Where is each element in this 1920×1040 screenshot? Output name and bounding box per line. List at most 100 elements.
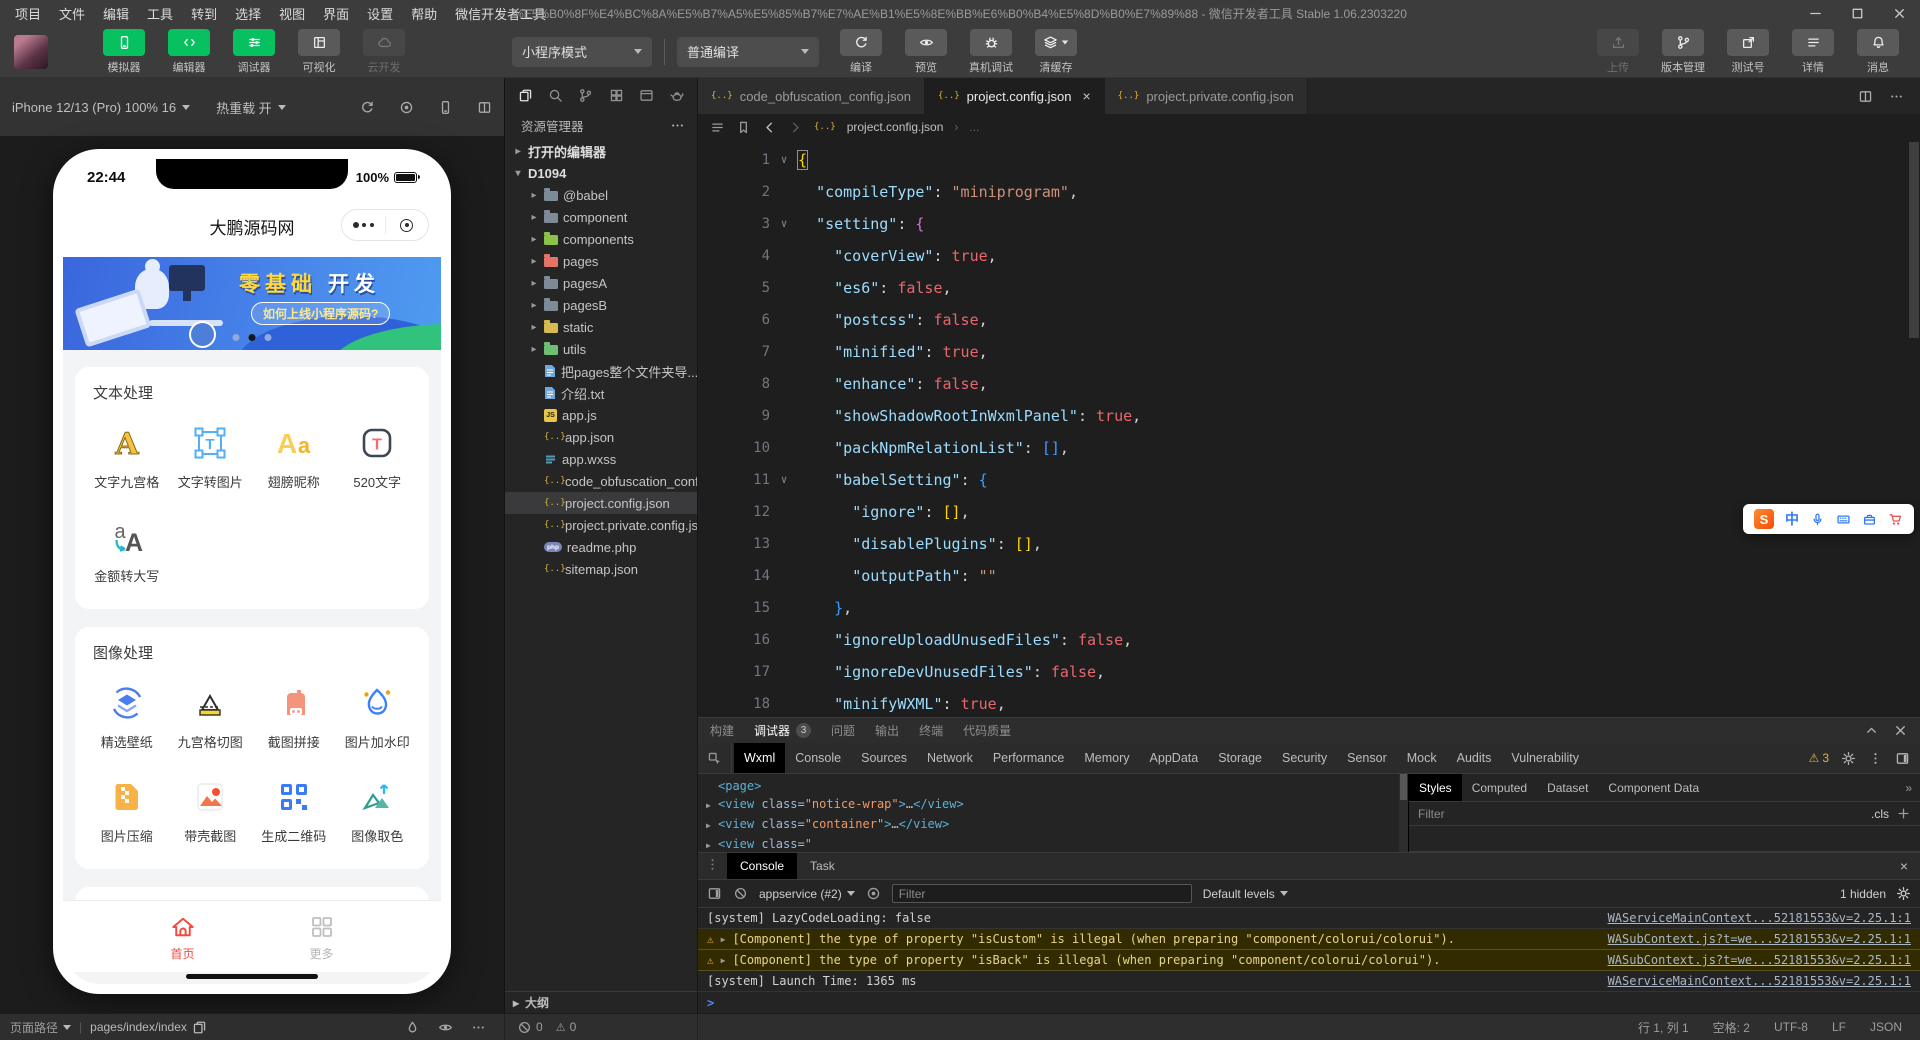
editor-scrollbar[interactable] [1908, 140, 1920, 340]
tree-item-打开的编辑器[interactable]: ▸打开的编辑器 [505, 140, 697, 162]
mode-select[interactable]: 小程序模式 [512, 37, 652, 67]
source-link[interactable]: WAServiceMainContext...52181553&v=2.25.1… [1584, 974, 1911, 988]
toolbox-icon[interactable] [1862, 512, 1877, 527]
close-capsule-button[interactable] [386, 219, 429, 232]
split-editor-icon[interactable] [1858, 89, 1873, 104]
toolbar-button-测试号[interactable]: 测试号 [1720, 29, 1776, 75]
breadcrumb-more[interactable]: ... [969, 120, 979, 134]
close-console-icon[interactable]: × [1900, 858, 1920, 874]
fold-marker[interactable]: ∨ [770, 144, 798, 176]
panel-tab-输出[interactable]: 输出 [875, 722, 899, 739]
app-feature-图像取色[interactable]: 图像取色 [336, 777, 420, 845]
menu-item-设置[interactable]: 设置 [358, 4, 402, 23]
eye-icon[interactable] [438, 1020, 453, 1035]
app-feature-文字九宫格[interactable]: A文字九宫格 [85, 423, 169, 491]
panel-tab-构建[interactable]: 构建 [710, 722, 734, 739]
expand-icon[interactable]: ▶ [721, 935, 726, 944]
app-feature-文字转图片[interactable]: T文字转图片 [169, 423, 253, 491]
compile-mode-select[interactable]: 普通编译 [677, 37, 819, 67]
remote-window-icon[interactable] [639, 88, 654, 103]
panel-tab-终端[interactable]: 终端 [919, 722, 943, 739]
status-item-行 1, 列 1[interactable]: 行 1, 列 1 [1638, 1019, 1689, 1036]
refresh-icon[interactable] [840, 29, 882, 56]
menu-item-界面[interactable]: 界面 [314, 4, 358, 23]
panel-tab-问题[interactable]: 问题 [831, 722, 855, 739]
live-expression-icon[interactable] [866, 886, 881, 901]
drop-icon[interactable] [405, 1020, 420, 1035]
maximize-button[interactable] [1836, 0, 1878, 26]
app-feature-带壳截图[interactable]: 带壳截图 [169, 777, 253, 845]
editor-tab-code_obfuscation_config.json[interactable]: {..}code_obfuscation_config.json [698, 78, 925, 114]
code-editor[interactable]: 1∨{2 "compileType": "miniprogram",3∨ "se… [698, 140, 1920, 717]
settings-icon[interactable] [1841, 751, 1856, 766]
wxml-node[interactable]: ▶<view class="container">…</view> [706, 815, 1408, 835]
menu-item-选择[interactable]: 选择 [226, 4, 270, 23]
back-icon[interactable] [762, 120, 777, 135]
more-actions-icon[interactable] [670, 118, 685, 133]
chinese-mode-indicator[interactable]: 中 [1785, 509, 1799, 529]
tree-item-app.json[interactable]: {..}app.json [505, 426, 697, 448]
devtools-tab-Memory[interactable]: Memory [1074, 743, 1139, 773]
console-tab-Console[interactable]: Console [727, 853, 797, 879]
tree-item-D1094[interactable]: ▾D1094 [505, 162, 697, 184]
tree-item-app.js[interactable]: JSapp.js [505, 404, 697, 426]
keyboard-icon[interactable] [1836, 512, 1851, 527]
styles-filter-input[interactable] [1418, 807, 1864, 821]
extensions-icon[interactable] [609, 88, 624, 103]
devtools-tab-Storage[interactable]: Storage [1208, 743, 1272, 773]
toolbar-button-编译[interactable]: 编译 [833, 29, 889, 75]
toolbar-button-消息[interactable]: 消息 [1850, 29, 1906, 75]
devtools-tab-AppData[interactable]: AppData [1140, 743, 1209, 773]
bookmark-icon[interactable] [736, 120, 751, 135]
tree-item-pages[interactable]: ▸pages [505, 250, 697, 272]
toolbar-button-版本管理[interactable]: 版本管理 [1655, 29, 1711, 75]
source-control-icon[interactable] [578, 88, 593, 103]
layers-icon[interactable] [1035, 29, 1077, 56]
code-icon[interactable] [168, 29, 210, 56]
toolbar-button-云开发[interactable]: 云开发 [356, 29, 412, 75]
close-tab-icon[interactable]: × [1082, 88, 1090, 104]
more-options-icon[interactable] [1868, 751, 1883, 766]
app-feature-截图拼接[interactable]: 截图拼接 [252, 683, 336, 751]
expand-icon[interactable]: ▶ [706, 837, 718, 852]
more-icon[interactable] [471, 1020, 486, 1035]
branch-icon[interactable] [1662, 29, 1704, 56]
console-sidebar-icon[interactable] [707, 886, 722, 901]
current-page-path[interactable]: pages/index/index [90, 1020, 207, 1035]
cloud-icon[interactable] [363, 29, 405, 56]
tree-item-readme.php[interactable]: phpreadme.php [505, 536, 697, 558]
more-button[interactable] [342, 223, 385, 228]
toolbar-button-清缓存[interactable]: 清缓存 [1028, 29, 1084, 75]
close-button[interactable] [1878, 0, 1920, 26]
menu-item-微信开发者工具[interactable]: 微信开发者工具 [446, 4, 555, 23]
tree-item-static[interactable]: ▸static [505, 316, 697, 338]
toolbar-button-详情[interactable]: 详情 [1785, 29, 1841, 75]
separate-window-icon[interactable] [477, 100, 492, 115]
toolbar-button-预览[interactable]: 预览 [898, 29, 954, 75]
toolbar-button-真机调试[interactable]: 真机调试 [963, 29, 1019, 75]
wxml-node[interactable]: ▶<view class="notice-wrap">…</view> [706, 795, 1408, 815]
devtools-tab-Security[interactable]: Security [1272, 743, 1337, 773]
devtools-tab-Vulnerability[interactable]: Vulnerability [1501, 743, 1589, 773]
hot-reload-select[interactable]: 热重载 开 [216, 98, 286, 117]
tree-item-project.config.json[interactable]: {..}project.config.json [505, 492, 697, 514]
wxml-tree[interactable]: <page>▶<view class="notice-wrap">…</view… [698, 774, 1408, 852]
toolbar-button-编辑器[interactable]: 编辑器 [161, 29, 217, 75]
devtools-tab-Audits[interactable]: Audits [1447, 743, 1502, 773]
warning-badge[interactable]: ⚠3 [1809, 751, 1829, 765]
more-actions-icon[interactable] [1889, 89, 1904, 104]
status-item-UTF-8[interactable]: UTF-8 [1774, 1020, 1808, 1034]
toolbar-button-模拟器[interactable]: 模拟器 [96, 29, 152, 75]
bell-icon[interactable] [1857, 29, 1899, 56]
tree-item-pagesB[interactable]: ▸pagesB [505, 294, 697, 316]
error-count[interactable]: 0 [517, 1020, 543, 1035]
toolbar-button-调试器[interactable]: 调试器 [226, 29, 282, 75]
editor-tab-project.private.config.json[interactable]: {..}project.private.config.json [1105, 78, 1308, 114]
toolbar-button-可视化[interactable]: 可视化 [291, 29, 347, 75]
app-feature-金额转大写[interactable]: aA金额转大写 [85, 517, 169, 585]
app-feature-图片加水印[interactable]: 图片加水印 [336, 683, 420, 751]
menu-item-转到[interactable]: 转到 [182, 4, 226, 23]
devtools-tab-Performance[interactable]: Performance [983, 743, 1075, 773]
tree-item-utils[interactable]: ▸utils [505, 338, 697, 360]
devtools-tab-Mock[interactable]: Mock [1397, 743, 1447, 773]
